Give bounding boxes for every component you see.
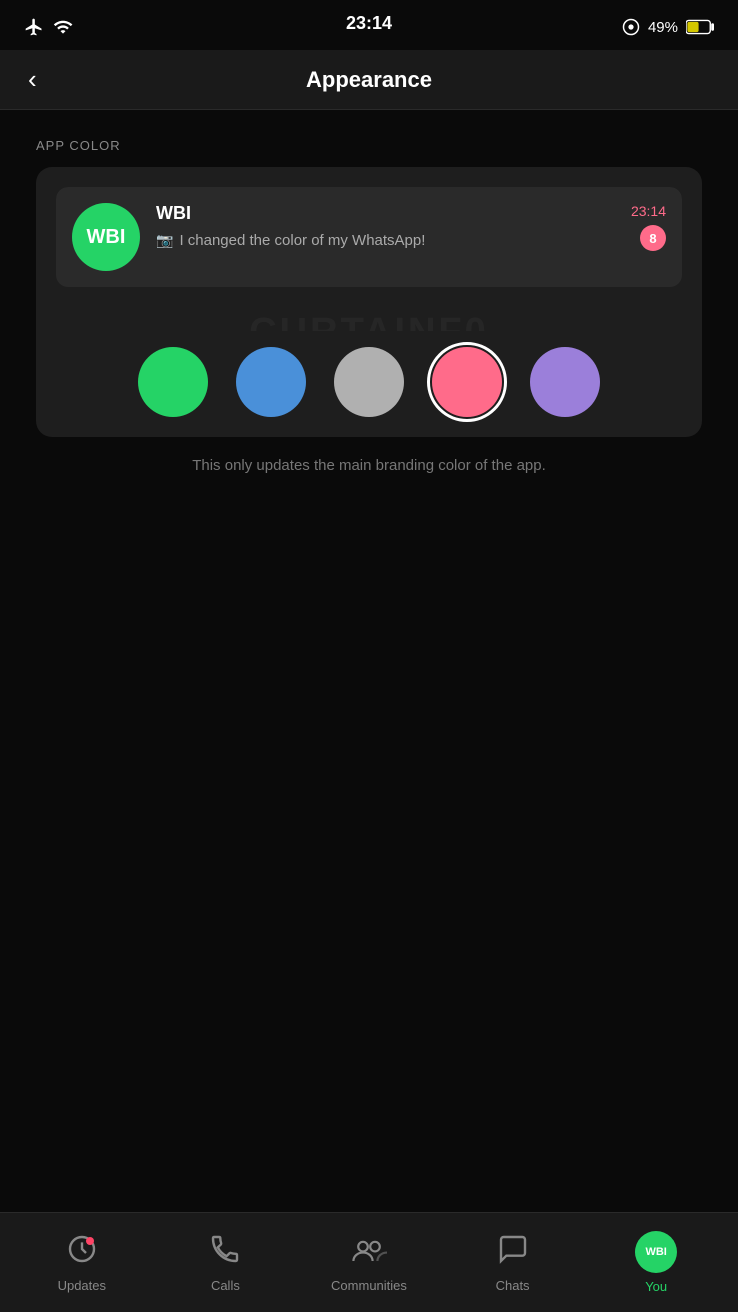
nav-label-you: You xyxy=(645,1279,667,1294)
you-avatar: WBI xyxy=(635,1231,677,1273)
chats-icon xyxy=(497,1233,529,1272)
chat-time: 23:14 xyxy=(631,203,666,219)
location-icon xyxy=(622,18,640,36)
swatch-blue[interactable] xyxy=(236,347,306,417)
chat-meta: 23:14 8 xyxy=(631,203,666,251)
battery-icon xyxy=(686,19,714,35)
chat-avatar: WBI xyxy=(72,203,140,271)
swatches-row xyxy=(56,347,682,417)
bottom-nav: Updates Calls Communities Chats xyxy=(0,1212,738,1312)
chat-info: WBI 📷 I changed the color of my WhatsApp… xyxy=(156,203,666,251)
nav-label-communities: Communities xyxy=(331,1278,407,1293)
status-bar: 23:14 49% xyxy=(0,0,738,50)
status-icons xyxy=(24,17,74,37)
nav-item-chats[interactable]: Chats xyxy=(441,1223,585,1293)
nav-label-chats: Chats xyxy=(496,1278,530,1293)
camera-icon: 📷 xyxy=(156,231,173,251)
swatch-green[interactable] xyxy=(138,347,208,417)
nav-item-communities[interactable]: Communities xyxy=(297,1223,441,1293)
swatch-pink[interactable] xyxy=(432,347,502,417)
color-card: CURTAINF0 WBI WBI 📷 I changed the color … xyxy=(36,167,702,437)
status-right: 49% xyxy=(622,18,714,36)
nav-item-you[interactable]: WBI You xyxy=(584,1221,728,1294)
airplane-icon xyxy=(24,17,44,37)
header: ‹ Appearance xyxy=(0,50,738,110)
communities-icon xyxy=(351,1233,387,1272)
back-button[interactable]: ‹ xyxy=(20,60,45,99)
main-content: APP COLOR CURTAINF0 WBI WBI 📷 I changed … xyxy=(0,110,738,478)
chat-message: 📷 I changed the color of my WhatsApp! xyxy=(156,230,666,251)
swatch-gray[interactable] xyxy=(334,347,404,417)
chat-name: WBI xyxy=(156,203,666,224)
unread-badge: 8 xyxy=(640,225,666,251)
updates-icon xyxy=(66,1233,98,1272)
nav-label-updates: Updates xyxy=(58,1278,106,1293)
calls-icon xyxy=(209,1233,241,1272)
status-time: 23:14 xyxy=(346,13,392,34)
hint-text: This only updates the main branding colo… xyxy=(36,455,702,478)
nav-item-calls[interactable]: Calls xyxy=(154,1223,298,1293)
nav-label-calls: Calls xyxy=(211,1278,240,1293)
wifi-icon xyxy=(52,17,74,37)
nav-item-updates[interactable]: Updates xyxy=(10,1223,154,1293)
chat-preview: WBI WBI 📷 I changed the color of my What… xyxy=(56,187,682,287)
battery-percentage: 49% xyxy=(648,19,678,36)
section-label: APP COLOR xyxy=(36,138,702,153)
swatch-purple[interactable] xyxy=(530,347,600,417)
page-title: Appearance xyxy=(306,67,432,93)
